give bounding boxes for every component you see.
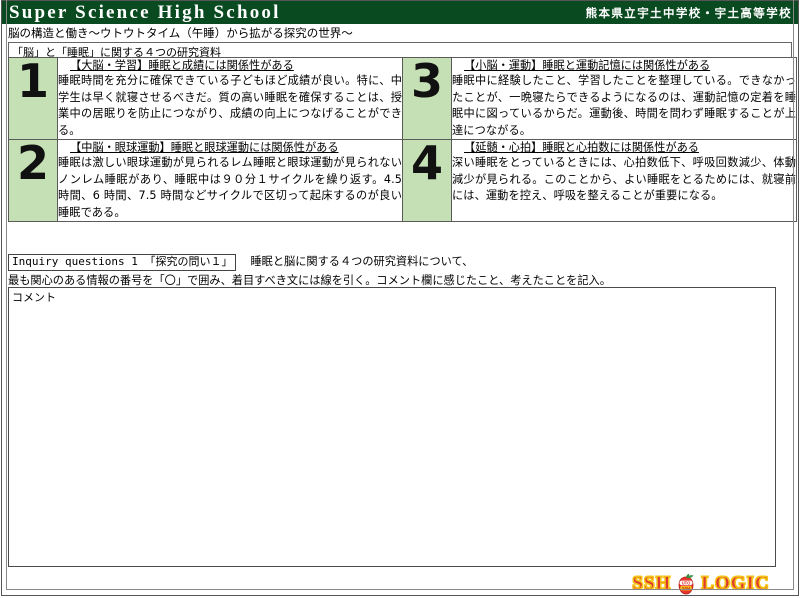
card-heading: 【大脳・学習】睡眠と成績には関係性がある	[70, 59, 294, 72]
research-cards: 1 【大脳・学習】睡眠と成績には関係性がある 睡眠時間を充分に確保できている子ど…	[8, 57, 797, 222]
logo-text-logic: LOGIC	[701, 573, 770, 594]
comment-input[interactable]	[8, 287, 776, 567]
card-body: 睡眠中に経験したこと、学習したことを整理している。できなかったことが、一晩寝たら…	[452, 74, 796, 137]
research-cards-table: 1 【大脳・学習】睡眠と成績には関係性がある 睡眠時間を充分に確保できている子ど…	[8, 57, 797, 222]
inquiry-text-1: 睡眠と脳に関する４つの研究資料について、	[250, 255, 474, 268]
table-row: 1 【大脳・学習】睡眠と成績には関係性がある 睡眠時間を充分に確保できている子ど…	[8, 57, 797, 140]
svg-text:SSH: SSH	[682, 585, 690, 590]
card-body: 深い睡眠をとっているときには、心拍数低下、呼吸回数減少、体動減少が見られる。この…	[452, 156, 796, 202]
site-title: Super Science High School	[9, 1, 281, 23]
inquiry-block: Inquiry questions 1 「探究の問い１」 睡眠と脳に関する４つの…	[8, 254, 792, 289]
card-number-2: 2	[8, 139, 58, 222]
header-bar: Super Science High School 熊本県立宇土中学校・宇土高等…	[1, 1, 798, 24]
card-heading: 【小脳・運動】睡眠と運動記憶には関係性がある	[464, 59, 711, 72]
page-subtitle: 脳の構造と働き～ウトウトタイム（午睡）から拡がる探究の世界～	[8, 26, 353, 40]
ssh-logic-logo: SSH UTO SSH LOGIC	[615, 573, 787, 595]
card-heading: 【延髄・心拍】睡眠と心拍数には関係性がある	[464, 141, 699, 154]
card-text-4: 【延髄・心拍】睡眠と心拍数には関係性がある 深い睡眠をとっているときには、心拍数…	[451, 139, 797, 222]
table-row: 2 【中脳・眼球運動】睡眠と眼球運動には関係性がある 睡眠は激しい眼球運動が見ら…	[8, 139, 797, 222]
card-body: 睡眠時間を充分に確保できている子どもほど成績が良い。特に、中学生は早く就寝させる…	[58, 74, 402, 137]
card-text-2: 【中脳・眼球運動】睡眠と眼球運動には関係性がある 睡眠は激しい眼球運動が見られる…	[57, 139, 403, 222]
card-text-1: 【大脳・学習】睡眠と成績には関係性がある 睡眠時間を充分に確保できている子どもほ…	[57, 57, 403, 140]
card-number-3: 3	[402, 57, 452, 140]
card-text-3: 【小脳・運動】睡眠と運動記憶には関係性がある 睡眠中に経験したこと、学習したこと…	[451, 57, 797, 140]
logo-text-ssh: SSH	[632, 573, 672, 594]
school-name: 熊本県立宇土中学校・宇土高等学校	[585, 5, 792, 20]
inquiry-line-1: Inquiry questions 1 「探究の問い１」 睡眠と脳に関する４つの…	[8, 254, 792, 271]
card-number-1: 1	[8, 57, 58, 140]
card-number-4: 4	[402, 139, 452, 222]
card-heading: 【中脳・眼球運動】睡眠と眼球運動には関係性がある	[70, 141, 339, 154]
apple-icon: UTO SSH	[674, 573, 698, 595]
page-root: Super Science High School 熊本県立宇土中学校・宇土高等…	[0, 0, 800, 598]
inquiry-tag: Inquiry questions 1 「探究の問い１」	[8, 254, 237, 271]
card-body: 睡眠は激しい眼球運動が見られるレム睡眠と眼球運動が見られないノンレム睡眠があり、…	[58, 156, 402, 219]
section-title: 「脳」と「睡眠」に関する４つの研究資料	[8, 42, 792, 57]
